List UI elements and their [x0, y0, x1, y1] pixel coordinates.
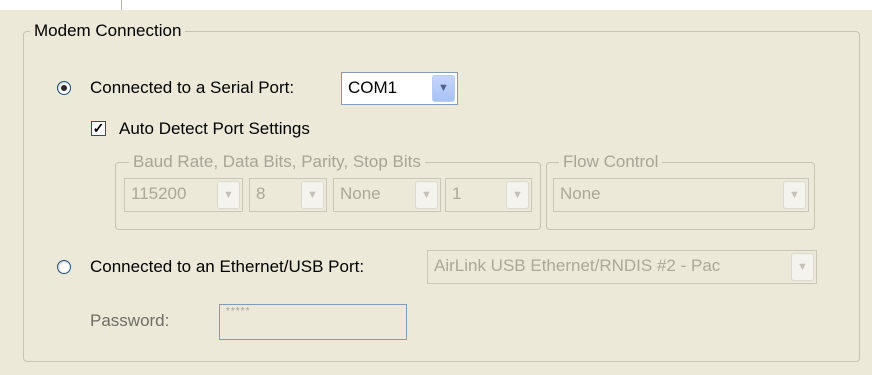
stop-bits-select[interactable]: 1 ▼	[445, 178, 532, 212]
baud-rate-select[interactable]: 115200 ▼	[124, 178, 243, 212]
chevron-down-icon[interactable]: ▼	[791, 253, 814, 281]
ethernet-adapter-value: AirLink USB Ethernet/RNDIS #2 - Pac	[434, 256, 721, 275]
password-value: *****	[226, 306, 251, 317]
serial-port-select[interactable]: COM1 ▼	[341, 72, 458, 105]
data-bits-value: 8	[256, 184, 266, 203]
dialog-panel: Modem Connection Connected to a Serial P…	[0, 10, 872, 375]
flow-control-value: None	[560, 184, 601, 203]
data-bits-select[interactable]: 8 ▼	[249, 178, 327, 212]
serial-port-value: COM1	[348, 78, 398, 97]
auto-detect-checkbox[interactable]: ✓	[91, 121, 106, 136]
serial-port-radio[interactable]	[57, 81, 71, 95]
baud-rate-value: 115200	[131, 184, 187, 203]
auto-detect-label: Auto Detect Port Settings	[119, 119, 310, 138]
password-field[interactable]: *****	[219, 304, 407, 340]
password-label: Password:	[90, 311, 170, 330]
radio-selected-dot	[61, 85, 67, 91]
ethernet-usb-radio[interactable]	[57, 260, 71, 274]
chevron-down-icon[interactable]: ▼	[301, 181, 324, 209]
chevron-down-icon[interactable]: ▼	[432, 75, 455, 102]
parity-select[interactable]: None ▼	[333, 178, 441, 212]
flow-control-select[interactable]: None ▼	[553, 178, 809, 212]
ethernet-usb-label: Connected to an Ethernet/USB Port:	[90, 257, 365, 276]
chevron-down-icon[interactable]: ▼	[415, 181, 438, 209]
chevron-down-icon[interactable]: ▼	[506, 181, 529, 209]
modem-connection-title: Modem Connection	[30, 21, 186, 41]
top-divider-line	[121, 0, 122, 10]
serial-port-label: Connected to a Serial Port:	[90, 78, 295, 97]
port-settings-title: Baud Rate, Data Bits, Parity, Stop Bits	[129, 152, 425, 172]
chevron-down-icon[interactable]: ▼	[783, 181, 806, 209]
chevron-down-icon[interactable]: ▼	[217, 181, 240, 209]
parity-value: None	[340, 184, 381, 203]
stop-bits-value: 1	[452, 184, 462, 203]
flow-control-title: Flow Control	[559, 152, 663, 172]
ethernet-adapter-select[interactable]: AirLink USB Ethernet/RNDIS #2 - Pac ▼	[427, 250, 817, 284]
